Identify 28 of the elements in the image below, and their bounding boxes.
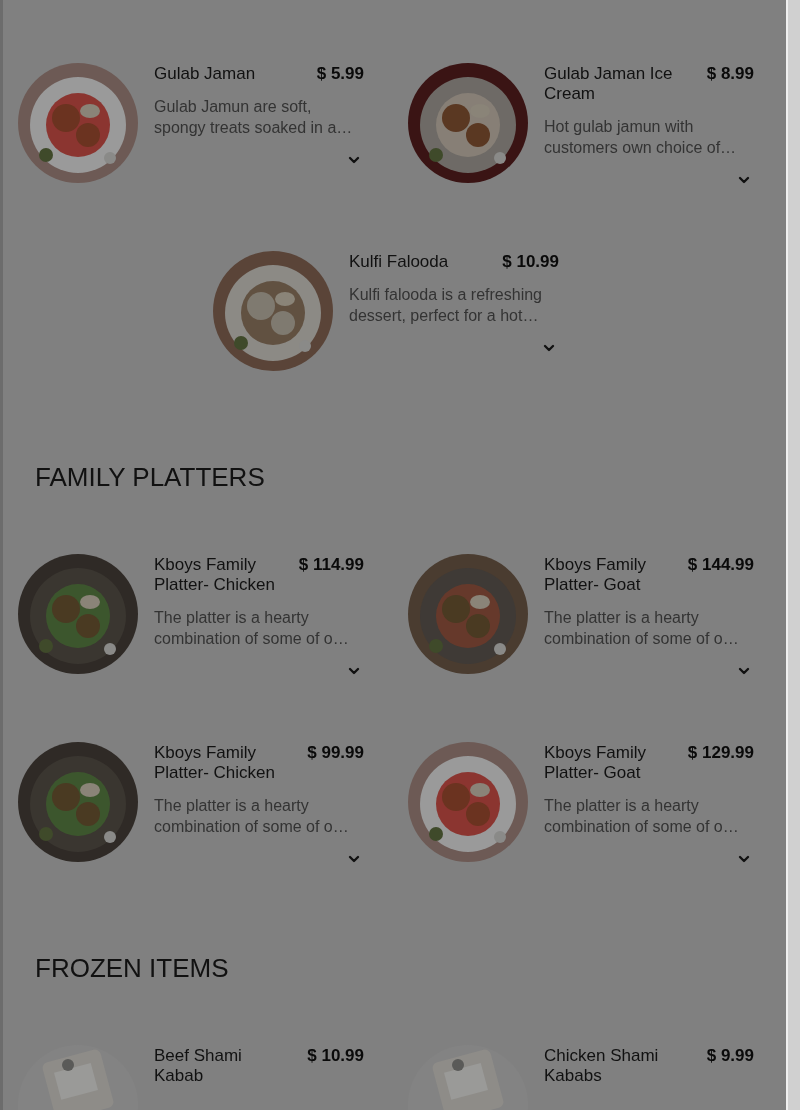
item-price: $ 10.99 (502, 252, 559, 272)
item-price: $ 99.99 (307, 743, 364, 763)
section-heading: FAMILY PLATTERS (35, 462, 265, 492)
item-title: Kboys Family Platter- Chicken (154, 743, 276, 783)
item-title: Kulfi Falooda (349, 252, 449, 272)
item-title: Gulab Jaman (154, 64, 256, 84)
item-price: $ 114.99 (298, 555, 364, 575)
item-price: $ 9.99 (706, 1046, 754, 1066)
scrollbar[interactable] (786, 0, 800, 1110)
item-description: The platter is a hearty combination of some of o… (154, 608, 350, 649)
item-title: Beef Shami Kabab (154, 1046, 243, 1086)
item-title: Chicken Shami Kababs (544, 1046, 660, 1086)
item-description: Gulab Jamun are soft, spongy treats soaked in a… (154, 97, 354, 138)
section-heading: FROZEN ITEMS (35, 953, 229, 983)
item-price: $ 8.99 (706, 64, 754, 84)
item-title: Gulab Jaman Ice Cream (544, 64, 674, 104)
item-description: The platter is a hearty combination of some of o… (154, 796, 350, 837)
item-price: $ 5.99 (316, 64, 364, 84)
item-title: Kboys Family Platter- Goat (544, 555, 648, 595)
item-description: Kulfi falooda is a refreshing dessert, perfect for a hot… (349, 285, 543, 326)
item-description: The platter is a hearty combination of some of o… (544, 796, 740, 837)
item-description: Hot gulab jamun with customers own choice of… (544, 117, 738, 158)
item-title: Kboys Family Platter- Goat (544, 743, 648, 783)
item-price: $ 129.99 (687, 743, 754, 763)
item-title: Kboys Family Platter- Chicken (154, 555, 276, 595)
item-price: $ 10.99 (307, 1046, 364, 1066)
item-description: The platter is a hearty combination of some of o… (544, 608, 740, 649)
item-price: $ 144.99 (687, 555, 754, 575)
